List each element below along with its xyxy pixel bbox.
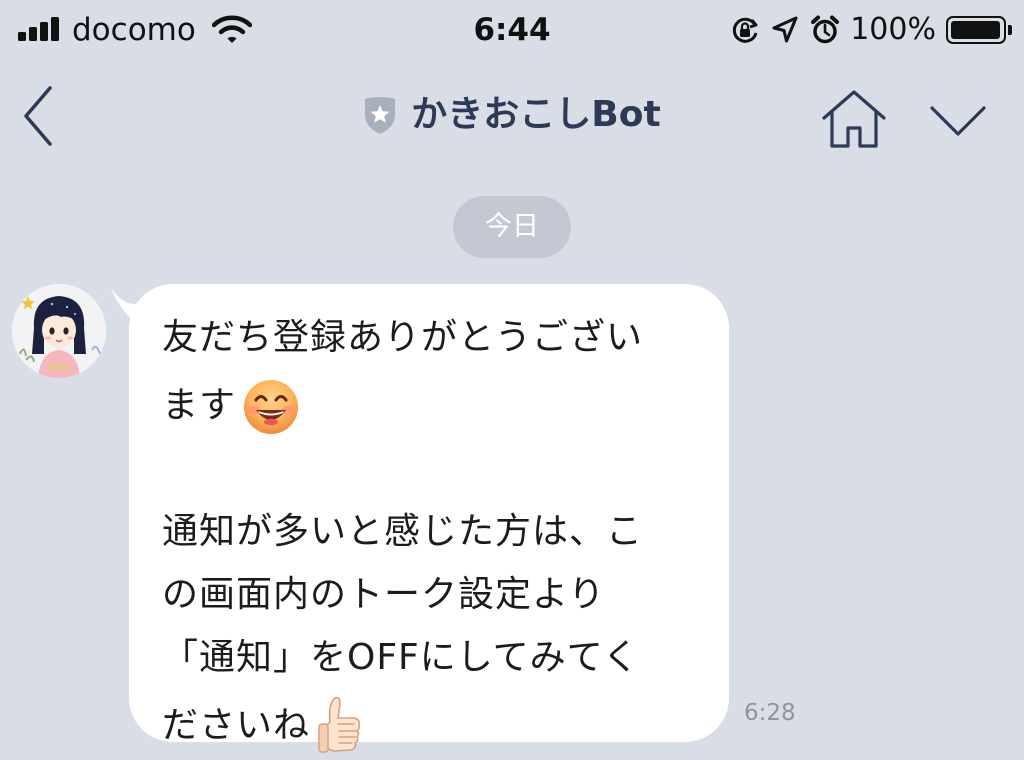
chevron-down-icon — [930, 106, 986, 136]
message-line: 「通知」をOFFにしてみてく — [162, 637, 640, 678]
message-line: ます — [162, 372, 705, 440]
chat-title-text: かきおこしBot — [411, 94, 661, 135]
thumbs-up-emoji — [318, 696, 361, 753]
official-shield-icon — [365, 97, 396, 134]
message-line: 友だち登録ありがとうござい — [162, 317, 644, 358]
message-line: 通知が多いと感じた方は、こ — [162, 511, 644, 552]
expand-menu-button[interactable] — [922, 92, 994, 148]
grinning-face-emoji — [244, 380, 299, 434]
message-line: の画面内のトーク設定より — [162, 574, 606, 615]
battery-percent: 100% — [850, 12, 936, 47]
message-timestamp: 6:28 — [744, 700, 796, 726]
avatar-illustration — [12, 284, 106, 378]
home-button[interactable] — [818, 88, 890, 152]
date-separator: 今日 — [453, 196, 571, 258]
status-right-group: 100% — [730, 10, 1012, 50]
bot-avatar[interactable] — [12, 284, 106, 378]
message-bubble[interactable]: 友だち登録ありがとうござい ます 通知が多いと感じた方は、こ の画面内のトーク設… — [129, 284, 729, 753]
battery-cap — [1008, 25, 1012, 35]
status-bar: docomo 6:44 100% — [0, 0, 1024, 60]
message-line-blank — [162, 440, 705, 498]
battery-icon — [946, 16, 1012, 44]
battery-fill — [951, 21, 1000, 39]
chat-header: かきおこしBot — [0, 60, 1024, 170]
message-line: ださいね — [162, 692, 705, 760]
home-icon — [822, 90, 886, 148]
orientation-lock-icon — [733, 17, 758, 43]
alarm-icon — [811, 15, 840, 44]
location-icon — [772, 16, 798, 43]
